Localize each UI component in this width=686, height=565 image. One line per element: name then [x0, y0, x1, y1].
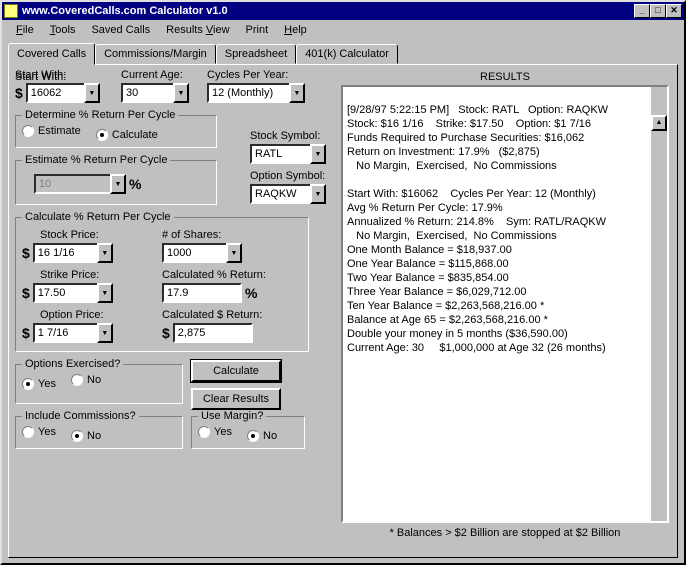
scroll-up-icon[interactable]: ▲ — [651, 115, 667, 131]
chevron-down-icon[interactable]: ▼ — [110, 174, 126, 194]
tab-panel: Start With: Start With: $ 16062 ▼ — [8, 64, 678, 558]
chevron-down-icon[interactable]: ▼ — [84, 83, 100, 103]
strike-select[interactable]: 17.50 ▼ — [33, 283, 113, 303]
tab-strip: Covered Calls Commissions/Margin Spreads… — [8, 42, 678, 64]
margin-yes-radio[interactable]: Yes — [198, 426, 232, 438]
current-age-label: Current Age: — [121, 69, 201, 81]
chevron-down-icon[interactable]: ▼ — [226, 243, 242, 263]
calc-pct-label: Calculated % Return: — [162, 269, 302, 281]
chevron-down-icon[interactable]: ▼ — [97, 243, 113, 263]
dollar-icon: $ — [15, 85, 23, 101]
strike-label: Strike Price: — [40, 269, 152, 281]
cycles-label: Cycles Per Year: — [207, 69, 317, 81]
calculate-button[interactable]: Calculate — [191, 360, 281, 382]
close-button[interactable]: ✕ — [666, 4, 682, 18]
footnote: * Balances > $2 Billion are stopped at $… — [341, 527, 669, 539]
cycles-select[interactable]: 12 (Monthly) ▼ — [207, 83, 317, 103]
determine-legend: Determine % Return Per Cycle — [22, 109, 178, 121]
option-symbol-label: Option Symbol: — [250, 170, 333, 182]
menu-help[interactable]: Help — [276, 22, 315, 38]
estimate-pct-select[interactable]: 10 ▼ — [34, 174, 126, 194]
estimate-fieldset: Estimate % Return Per Cycle 10 ▼ % — [15, 154, 217, 205]
results-textarea[interactable]: [9/28/97 5:22:15 PM] Stock: RATL Option:… — [341, 85, 669, 523]
tab-spreadsheet[interactable]: Spreadsheet — [216, 44, 296, 64]
exercised-no-radio[interactable]: No — [71, 374, 101, 386]
exercised-fieldset: Options Exercised? Yes No — [15, 358, 183, 404]
chevron-down-icon[interactable]: ▼ — [173, 83, 189, 103]
margin-legend: Use Margin? — [198, 410, 266, 422]
margin-fieldset: Use Margin? Yes No — [191, 410, 305, 449]
menubar: File Tools Saved Calls Results View Prin… — [2, 20, 684, 40]
percent-icon: % — [129, 176, 141, 192]
estimate-legend: Estimate % Return Per Cycle — [22, 154, 170, 166]
margin-no-radio[interactable]: No — [247, 430, 277, 442]
option-price-select[interactable]: 1 7/16 ▼ — [33, 323, 113, 343]
menu-tools[interactable]: Tools — [42, 22, 84, 38]
menu-saved-calls[interactable]: Saved Calls — [83, 22, 158, 38]
calc-dollar-output: 2,875 — [173, 323, 253, 343]
determine-fieldset: Determine % Return Per Cycle Estimate Ca… — [15, 109, 217, 148]
commissions-no-radio[interactable]: No — [71, 430, 101, 442]
calc-pct-output: 17.9 — [162, 283, 242, 303]
menu-file[interactable]: File — [8, 22, 42, 38]
commissions-fieldset: Include Commissions? Yes No — [15, 410, 183, 449]
stock-symbol-select[interactable]: RATL ▼ — [250, 144, 326, 164]
titlebar: www.CoveredCalls.com Calculator v1.0 _ □… — [2, 2, 684, 20]
tab-401k-calculator[interactable]: 401(k) Calculator — [296, 44, 398, 64]
stock-price-label: Stock Price: — [40, 229, 152, 241]
menu-results-view[interactable]: Results View — [158, 22, 237, 38]
calculate-fieldset: Calculate % Return Per Cycle Stock Price… — [15, 211, 309, 352]
shares-select[interactable]: 1000 ▼ — [162, 243, 292, 263]
chevron-down-icon[interactable]: ▼ — [310, 144, 326, 164]
stock-price-select[interactable]: 16 1/16 ▼ — [33, 243, 113, 263]
calculate-legend: Calculate % Return Per Cycle — [22, 211, 174, 223]
exercised-yes-radio[interactable]: Yes — [22, 378, 56, 390]
app-window: www.CoveredCalls.com Calculator v1.0 _ □… — [0, 0, 686, 565]
menu-print[interactable]: Print — [238, 22, 277, 38]
estimate-radio[interactable]: Estimate — [22, 125, 81, 137]
chevron-down-icon[interactable]: ▼ — [310, 184, 326, 204]
chevron-down-icon[interactable]: ▼ — [97, 323, 113, 343]
calculate-radio[interactable]: Calculate — [96, 129, 158, 141]
clear-results-button[interactable]: Clear Results — [191, 388, 281, 410]
shares-label: # of Shares: — [162, 229, 292, 241]
calc-dollar-label: Calculated $ Return: — [162, 309, 302, 321]
chevron-down-icon[interactable]: ▼ — [97, 283, 113, 303]
app-icon — [4, 4, 18, 18]
option-symbol-select[interactable]: RAQKW ▼ — [250, 184, 326, 204]
tab-commissions-margin[interactable]: Commissions/Margin — [95, 44, 216, 64]
current-age-select[interactable]: 30 ▼ — [121, 83, 201, 103]
results-title: RESULTS — [341, 71, 669, 83]
commissions-yes-radio[interactable]: Yes — [22, 426, 56, 438]
commissions-legend: Include Commissions? — [22, 410, 139, 422]
window-title: www.CoveredCalls.com Calculator v1.0 — [22, 5, 634, 17]
option-price-label: Option Price: — [40, 309, 152, 321]
stock-symbol-label: Stock Symbol: — [250, 130, 320, 142]
scrollbar[interactable]: ▲ — [651, 87, 667, 521]
minimize-button[interactable]: _ — [634, 4, 650, 18]
exercised-legend: Options Exercised? — [22, 358, 123, 370]
chevron-down-icon[interactable]: ▼ — [289, 83, 305, 103]
start-with-select[interactable]: 16062 ▼ — [26, 83, 100, 103]
maximize-button[interactable]: □ — [650, 4, 666, 18]
tab-covered-calls[interactable]: Covered Calls — [8, 43, 95, 65]
start-with-label2: Start With: — [15, 69, 115, 81]
